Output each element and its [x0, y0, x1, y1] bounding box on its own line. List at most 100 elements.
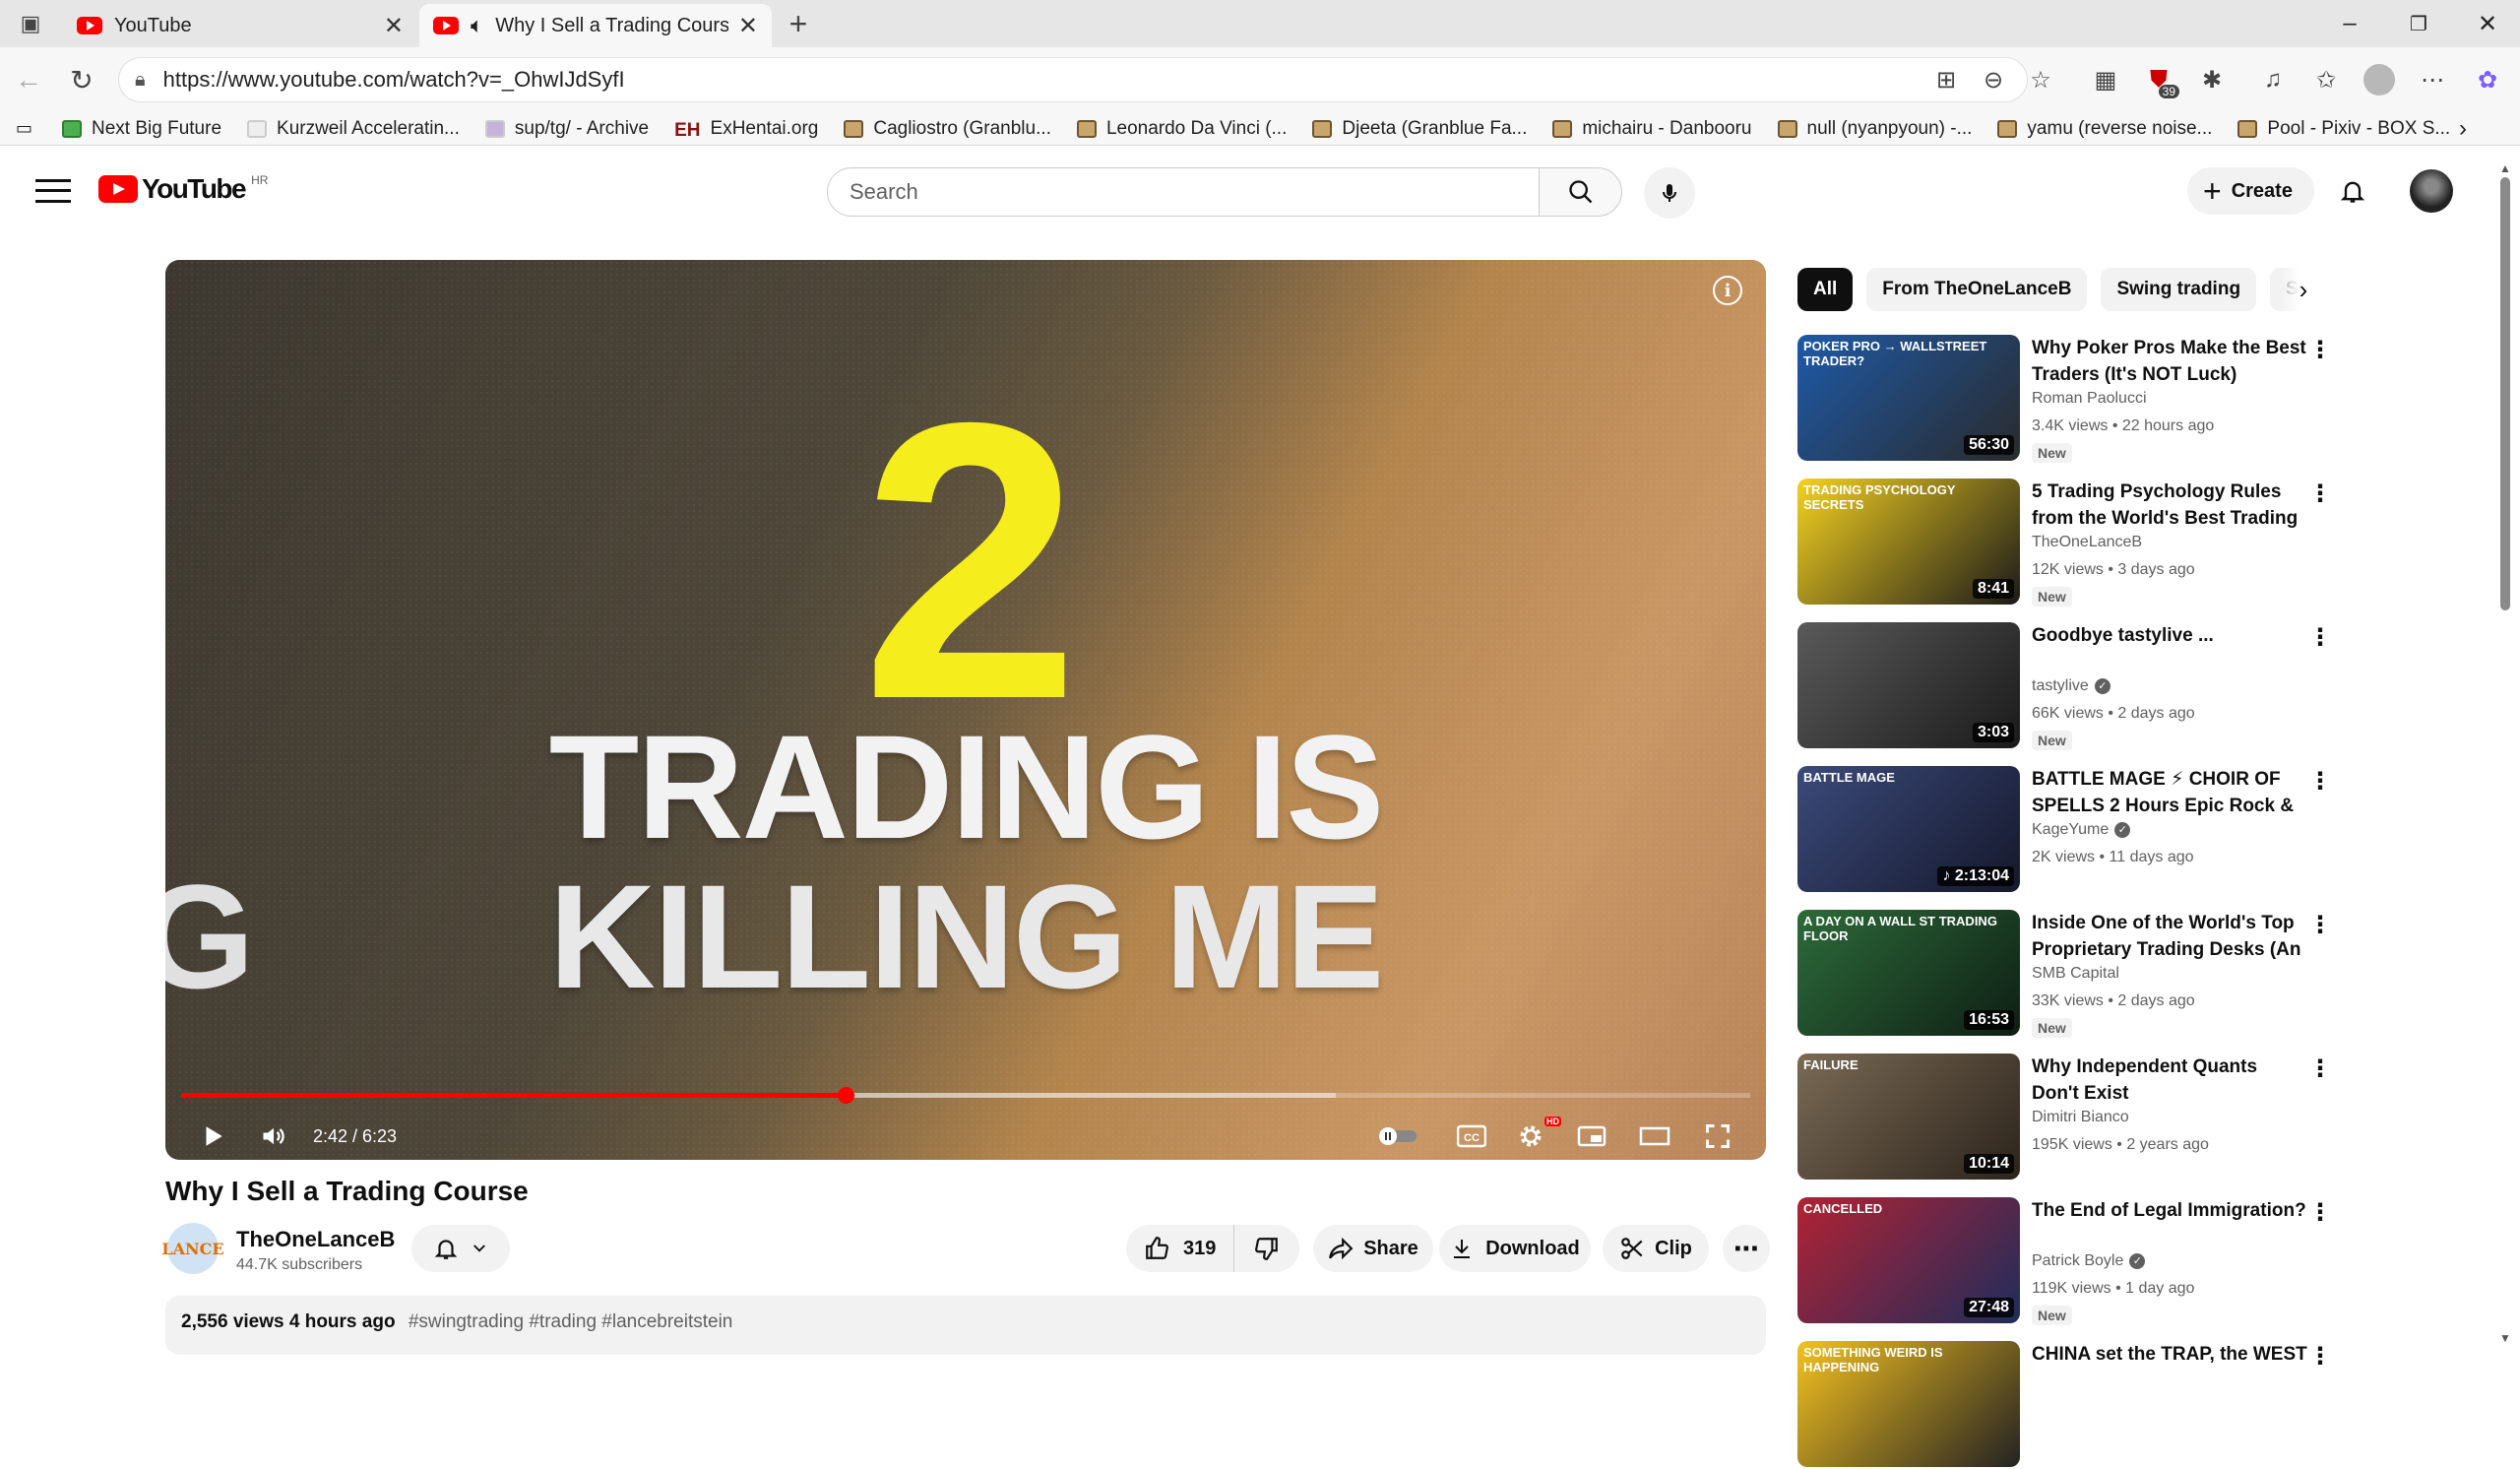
search-input[interactable] — [827, 167, 1540, 217]
bookmark-item[interactable]: null (nyanpyoun) -... — [1777, 118, 1972, 140]
hashtags[interactable]: #swingtrading #trading #lancebreitstein — [409, 1311, 733, 1332]
create-button[interactable]: + Create — [2187, 167, 2314, 215]
close-window-icon[interactable]: ✕ — [2453, 0, 2520, 47]
video-thumbnail[interactable]: POKER PRO → WALLSTREET TRADER? 56:30 — [1797, 335, 2020, 461]
related-video-channel[interactable]: Dimitri Bianco — [2032, 1109, 2129, 1126]
bookmark-item[interactable]: yamu (reverse noise... — [1997, 118, 2212, 140]
theater-mode-button[interactable] — [1630, 1113, 1679, 1160]
video-player[interactable]: 2 TRADING IS G KILLING ME i 2:42 / 6:23 … — [165, 260, 1766, 1160]
related-video-title[interactable]: Why Independent Quants Don't Exist — [2032, 1054, 2309, 1107]
related-video-channel[interactable]: Patrick Boyle ✓ — [2032, 1252, 2146, 1270]
favorite-star-icon[interactable]: ☆ — [2022, 61, 2059, 98]
info-card-icon[interactable]: i — [1713, 276, 1742, 305]
scroll-down-icon[interactable]: ▼ — [2498, 1331, 2512, 1345]
more-vertical-icon[interactable]: ⋮ — [2308, 1197, 2332, 1227]
bookmark-item[interactable]: Leonardo Da Vinci (... — [1076, 118, 1287, 140]
bookmark-item[interactable]: sup/tg/ - Archive — [484, 118, 649, 140]
chevron-right-icon[interactable]: › — [2282, 268, 2325, 311]
zoom-icon[interactable]: ⊖ — [1975, 61, 2012, 98]
tab-youtube[interactable]: YouTube ✕ — [63, 4, 417, 47]
chip-swing-trading[interactable]: Swing trading — [2101, 268, 2257, 311]
bookmark-item[interactable]: Pool - Pixiv - BOX S... — [2237, 118, 2450, 140]
related-video-item[interactable]: POKER PRO → WALLSTREET TRADER? 56:30 Why P… — [1797, 335, 2332, 463]
page-scrollbar[interactable]: ▲ ▼ — [2498, 161, 2512, 1345]
notifications-button[interactable] — [2333, 171, 2372, 211]
video-thumbnail[interactable]: TRADING PSYCHOLOGY SECRETS 8:41 — [1797, 479, 2020, 605]
subscription-notifications-button[interactable] — [411, 1225, 510, 1272]
related-video-channel[interactable]: Roman Paolucci — [2032, 390, 2147, 408]
voice-search-button[interactable] — [1644, 167, 1695, 219]
related-video-title[interactable]: 5 Trading Psychology Rules from the Worl… — [2032, 479, 2309, 534]
related-video-item[interactable]: CANCELLED 27:48 The End of Legal Immigrati… — [1797, 1197, 2332, 1325]
fullscreen-button[interactable] — [1693, 1113, 1742, 1160]
media-control-icon[interactable]: ♫ — [2254, 61, 2292, 98]
youtube-logo[interactable]: YouTube HR — [98, 173, 268, 205]
speaker-icon[interactable]: 🔈︎ — [471, 13, 483, 38]
more-vertical-icon[interactable]: ⋮ — [2308, 1054, 2332, 1083]
app-available-icon[interactable]: ⊞ — [1927, 61, 1965, 98]
extensions-icon[interactable]: ✱ — [2193, 61, 2231, 98]
related-video-item[interactable]: A DAY ON A WALL ST TRADING FLOOR 16:53 Ins… — [1797, 910, 2332, 1038]
related-video-title[interactable]: Inside One of the World's Top Proprietar… — [2032, 910, 2309, 965]
autoplay-toggle[interactable] — [1368, 1113, 1427, 1160]
close-tab-icon[interactable]: ✕ — [738, 12, 758, 40]
new-tab-button[interactable]: + — [778, 3, 819, 44]
copilot-icon[interactable]: ✿ — [2469, 61, 2506, 98]
video-thumbnail[interactable]: A DAY ON A WALL ST TRADING FLOOR 16:53 — [1797, 910, 2020, 1036]
scrollbar-thumb[interactable] — [2500, 177, 2510, 610]
scroll-up-icon[interactable]: ▲ — [2498, 161, 2512, 175]
video-thumbnail[interactable]: BATTLE MAGE ♪ 2:13:04 — [1797, 766, 2020, 892]
related-video-title[interactable]: CHINA set the TRAP, the WEST — [2032, 1341, 2309, 1368]
subtitles-button[interactable]: CC — [1447, 1113, 1496, 1160]
reading-list-icon[interactable]: ▭ — [16, 118, 32, 139]
related-video-item[interactable]: SOMETHING WEIRD IS HAPPENING CHINA set th… — [1797, 1341, 2332, 1469]
bookmark-item[interactable]: michairu - Danbooru — [1552, 118, 1752, 140]
more-vertical-icon[interactable]: ⋮ — [2308, 622, 2332, 652]
video-thumbnail[interactable]: CANCELLED 27:48 — [1797, 1197, 2020, 1323]
favorites-icon[interactable]: ✩ — [2307, 61, 2345, 98]
bookmark-item[interactable]: EH ExHentai.org — [674, 118, 818, 141]
progress-scrubber[interactable] — [838, 1087, 855, 1104]
like-button[interactable]: 319 — [1126, 1225, 1235, 1272]
dislike-button[interactable] — [1234, 1236, 1299, 1261]
more-vertical-icon[interactable]: ⋮ — [2308, 1341, 2332, 1371]
reload-icon[interactable]: ↻ — [61, 59, 102, 100]
qr-extension-icon[interactable]: ▦ — [2087, 61, 2124, 98]
related-video-item[interactable]: BATTLE MAGE ♪ 2:13:04 BATTLE MAGE ⚡ CHOIR … — [1797, 766, 2332, 894]
more-bookmarks-icon[interactable]: › — [2459, 115, 2467, 143]
channel-name[interactable]: TheOneLanceB — [236, 1227, 395, 1252]
related-video-title[interactable]: Goodbye tastylive ... — [2032, 622, 2309, 649]
back-icon[interactable]: ← — [8, 59, 49, 100]
menu-icon[interactable] — [35, 179, 71, 203]
related-video-item[interactable]: TRADING PSYCHOLOGY SECRETS 8:41 5 Trading … — [1797, 479, 2332, 607]
progress-bar[interactable] — [181, 1087, 1750, 1104]
chip-from-channel[interactable]: From TheOneLanceB — [1866, 268, 2088, 311]
tab-actions-icon[interactable]: ▣ — [10, 3, 51, 44]
related-video-channel[interactable]: TheOneLanceB — [2032, 534, 2142, 551]
site-info-icon[interactable]: 🔒︎ — [135, 69, 146, 92]
bookmark-item[interactable]: Next Big Future — [62, 118, 221, 140]
share-button[interactable]: Share — [1313, 1225, 1433, 1272]
more-vertical-icon[interactable]: ⋮ — [2308, 766, 2332, 796]
related-video-title[interactable]: BATTLE MAGE ⚡ CHOIR OF SPELLS 2 Hours Ep… — [2032, 766, 2309, 821]
settings-button[interactable]: HD — [1506, 1113, 1561, 1160]
related-video-channel[interactable]: KageYume ✓ — [2032, 821, 2131, 839]
related-video-title[interactable]: The End of Legal Immigration? — [2032, 1197, 2309, 1224]
url-field[interactable]: 🔒︎ https://www.youtube.com/watch?v=_OhwI… — [118, 57, 2028, 102]
bookmark-item[interactable]: Djeeta (Granblue Fa... — [1312, 118, 1527, 140]
more-vertical-icon[interactable]: ⋮ — [2308, 335, 2332, 364]
restore-icon[interactable]: ❐ — [2384, 0, 2453, 47]
related-video-item[interactable]: FAILURE 10:14 Why Independent Quants Don't… — [1797, 1054, 2332, 1182]
more-vertical-icon[interactable]: ⋮ — [2308, 910, 2332, 939]
video-thumbnail[interactable]: 3:03 — [1797, 622, 2020, 748]
mute-button[interactable] — [250, 1113, 297, 1160]
clip-button[interactable]: Clip — [1603, 1225, 1709, 1272]
profile-icon[interactable] — [2361, 61, 2398, 98]
settings-more-icon[interactable]: ⋯ — [2414, 61, 2451, 98]
related-video-title[interactable]: Why Poker Pros Make the Best Traders (It… — [2032, 335, 2309, 388]
related-video-channel[interactable]: SMB Capital — [2032, 965, 2119, 983]
miniplayer-button[interactable] — [1567, 1113, 1616, 1160]
video-thumbnail[interactable]: FAILURE 10:14 — [1797, 1054, 2020, 1180]
download-button[interactable]: Download — [1439, 1225, 1591, 1272]
tab-video[interactable]: 🔈︎ Why I Sell a Trading Course ✕ — [419, 4, 772, 47]
